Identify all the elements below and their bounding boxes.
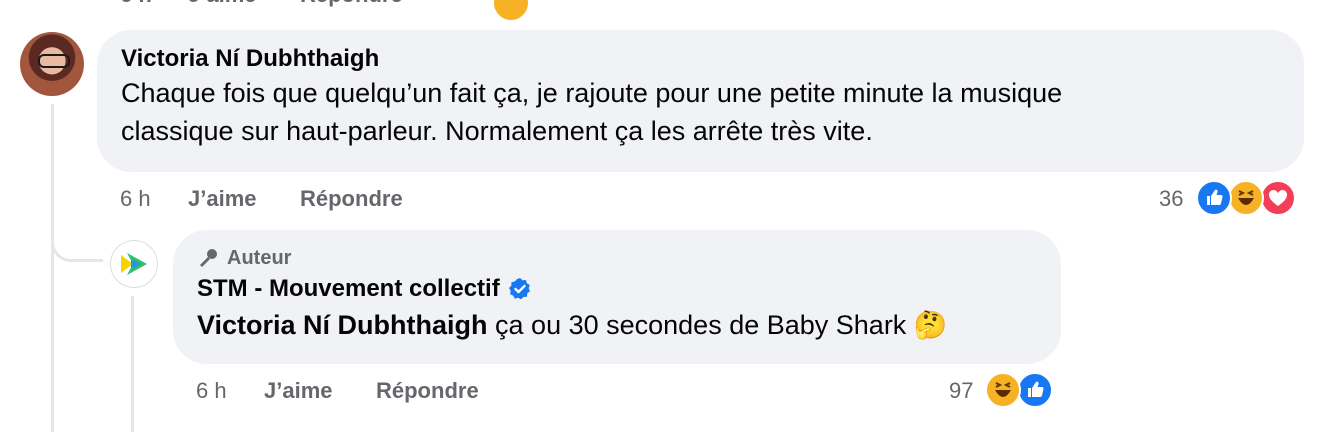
haha-icon (985, 372, 1021, 408)
love-icon (1260, 180, 1296, 216)
comment-time[interactable]: 6 h (120, 184, 151, 214)
comment-reaction-count[interactable]: 36 (1159, 184, 1183, 214)
reply-mention[interactable]: Victoria Ní Dubhthaigh (197, 310, 488, 340)
reply-author[interactable]: STM - Mouvement collectif (197, 272, 500, 306)
reply-body: ça ou 30 secondes de Baby Shark (495, 310, 907, 340)
previous-comment-time: 6 h (120, 0, 152, 8)
reply-reply-button[interactable]: Répondre (376, 376, 479, 406)
avatar-glasses (38, 54, 70, 68)
reply-reaction-count[interactable]: 97 (949, 376, 973, 406)
avatar[interactable] (20, 32, 84, 96)
like-icon (1017, 372, 1053, 408)
verified-badge-icon (508, 278, 530, 300)
previous-comment-reaction-icon (494, 0, 528, 20)
comment-bubble: Victoria Ní Dubhthaigh Chaque fois que q… (97, 30, 1304, 172)
reply-like-button[interactable]: J’aime (264, 376, 333, 406)
comment-author[interactable]: Victoria Ní Dubhthaigh (121, 44, 1280, 74)
thread-line-curve (51, 226, 103, 262)
author-badge: Auteur (197, 244, 1037, 272)
stm-logo-icon (121, 253, 147, 275)
comment-text-line-2: classique sur haut-parleur. Normalement … (121, 116, 873, 146)
reply-bubble: Auteur STM - Mouvement collectif Victori… (173, 230, 1061, 364)
previous-comment-reply-button[interactable]: Répondre (300, 0, 403, 8)
comment-actions: 6 h J’aime Répondre (120, 184, 520, 214)
reply-text: Victoria Ní Dubhthaigh ça ou 30 secondes… (197, 306, 1037, 344)
previous-comment-like-button[interactable]: J’aime (188, 0, 257, 8)
page-avatar[interactable] (110, 240, 158, 288)
haha-icon (1228, 180, 1264, 216)
microphone-icon (200, 249, 217, 267)
comment-like-button[interactable]: J’aime (188, 184, 257, 214)
comment-reply-button[interactable]: Répondre (300, 184, 403, 214)
comment-text-line-1: Chaque fois que quelqu’un fait ça, je ra… (121, 78, 1063, 108)
reply-actions: 6 h J’aime Répondre (196, 376, 596, 406)
author-badge-label: Auteur (227, 246, 292, 269)
reply-time[interactable]: 6 h (196, 376, 227, 406)
thinking-emoji: 🤔 (913, 310, 948, 340)
thread-line-reply (131, 296, 134, 432)
thread-line-main (51, 104, 54, 432)
like-icon (1196, 180, 1232, 216)
